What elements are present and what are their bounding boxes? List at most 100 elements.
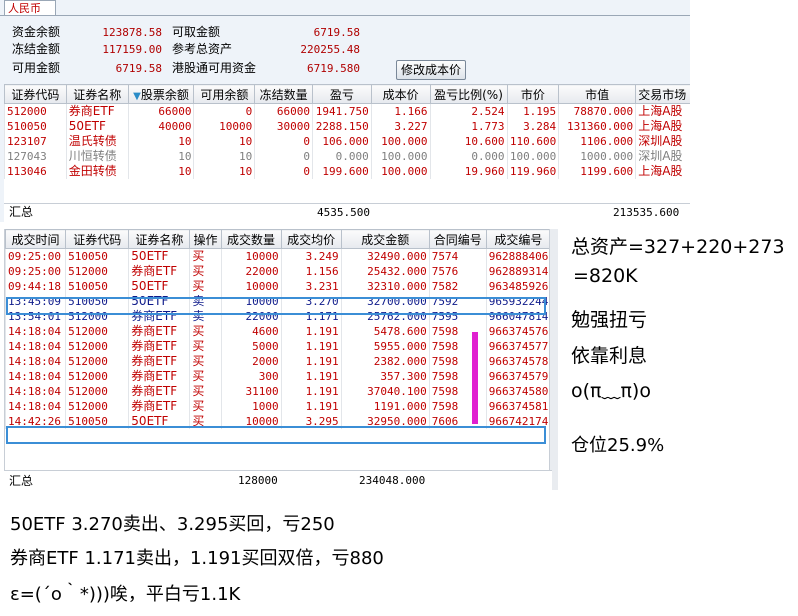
col-header-trade-no[interactable]: 成交编号: [485, 229, 552, 249]
col-header-frozen[interactable]: 冻结数量: [254, 84, 313, 104]
cell-trade-no: 966374577: [485, 339, 551, 354]
cell-quantity: 2000: [220, 354, 282, 369]
cell-name: 温氏转债: [65, 134, 129, 149]
cell-name: 50ETF: [128, 248, 190, 264]
cell-balance: 10: [127, 164, 194, 179]
cell-market: 上海A股: [635, 164, 690, 179]
cell-pnl-pct: 10.600: [429, 134, 508, 149]
cell-pnl: 0.000: [311, 149, 372, 164]
cell-avg-price: 1.191: [280, 369, 342, 384]
cell-name: 川恒转债: [65, 149, 129, 164]
cell-amount: 5955.000: [340, 339, 430, 354]
cell-name: 券商ETF: [128, 264, 190, 279]
cell-name: 金田转债: [65, 164, 129, 179]
annotation-text: 依靠利息: [571, 345, 648, 367]
col-header-price[interactable]: 市价: [506, 84, 560, 104]
cell-pnl: 2288.150: [311, 119, 372, 134]
col-header-value[interactable]: 市值: [558, 84, 637, 104]
cell-time: 14:18:04: [5, 354, 66, 369]
cell-time: 14:18:04: [5, 339, 66, 354]
cell-operation: 买: [189, 384, 221, 399]
account-value: 6719.58: [313, 26, 360, 39]
annotation-text: 总资产=327+220+273: [571, 236, 785, 258]
cell-trade-no: 966374576: [485, 324, 551, 339]
col-header-pnl-pct[interactable]: 盈亏比例(%): [429, 84, 508, 104]
trade-row[interactable]: 09:25:00 510050 50ETF 买 10000 3.249 32490.000 7…: [5, 248, 551, 264]
col-header-time[interactable]: 成交时间: [5, 229, 67, 249]
col-header-contract[interactable]: 合同编号: [428, 229, 487, 249]
cell-name: 券商ETF: [128, 369, 190, 384]
col-header-pnl[interactable]: 盈亏: [311, 84, 372, 104]
cell-cost: 100.000: [370, 134, 431, 149]
cell-price: 119.960: [506, 164, 559, 179]
trades-table: 成交时间 证券代码 证券名称 操作 成交数量 成交均价 成交金额 合同编号 成交…: [5, 229, 552, 429]
col-header-available[interactable]: 可用余额: [193, 84, 256, 104]
cell-operation: 买: [189, 339, 221, 354]
cell-time: 14:18:04: [5, 399, 66, 414]
cell-time: 14:18:04: [5, 384, 66, 399]
trade-row[interactable]: 09:25:00 512000 券商ETF 买 22000 1.156 25432.000 7…: [5, 264, 551, 279]
trades-grid: 成交时间 证券代码 证券名称 操作 成交数量 成交均价 成交金额 合同编号 成交…: [4, 229, 553, 490]
cell-amount: 357.300: [340, 369, 430, 384]
cell-name: 券商ETF: [128, 399, 190, 414]
cell-avg-price: 1.191: [280, 354, 342, 369]
trade-row[interactable]: 14:18:04 512000 券商ETF 买 31100 1.191 37040.100 7…: [5, 384, 551, 399]
trade-row[interactable]: 14:18:04 512000 券商ETF 买 300 1.191 357.300 7598 9…: [5, 369, 551, 384]
trade-row[interactable]: 09:44:18 510050 50ETF 买 10000 3.231 32310.000 7…: [5, 279, 551, 294]
cell-time: 09:44:18: [5, 279, 66, 294]
col-header-quantity[interactable]: 成交数量: [220, 229, 282, 249]
position-row[interactable]: 510050 50ETF 40000 10000 30000 2288.150 3.227 1…: [4, 119, 690, 134]
cell-code: 512000: [65, 354, 129, 369]
col-header-name[interactable]: 证券名称: [128, 229, 191, 249]
cell-code: 127043: [4, 149, 67, 164]
trade-row[interactable]: 14:18:04 512000 券商ETF 买 1000 1.191 1191.000 759…: [5, 399, 551, 414]
cell-avg-price: 1.191: [280, 339, 342, 354]
position-row[interactable]: 113046 金田转债 10 10 0 199.600 100.000 19.960 119.9…: [4, 164, 690, 179]
position-row[interactable]: 123107 温氏转债 10 10 0 106.000 100.000 10.600 110.6…: [4, 134, 690, 149]
currency-tab[interactable]: 人民币: [4, 0, 56, 15]
cell-code: 512000: [65, 384, 129, 399]
cell-price: 100.000: [506, 149, 559, 164]
col-header-avg-price[interactable]: 成交均价: [280, 229, 342, 249]
total-market-value: 213535.600: [613, 206, 680, 219]
col-header-balance-label: 股票余额: [140, 87, 189, 102]
col-header-balance[interactable]: ▼股票余额: [127, 84, 195, 104]
cell-pnl-pct: 19.960: [429, 164, 508, 179]
position-row[interactable]: 512000 券商ETF 66000 0 66000 1941.750 1.166 2.524…: [4, 103, 690, 119]
cell-time: 14:18:04: [5, 369, 66, 384]
marker-bar: [472, 332, 478, 424]
cell-value: 1106.000: [558, 134, 636, 149]
cell-operation: 买: [189, 369, 221, 384]
cell-avg-price: 1.191: [280, 324, 342, 339]
cell-available: 0: [193, 103, 255, 119]
cell-market: 深圳A股: [635, 134, 690, 149]
trades-scrollbar[interactable]: [549, 229, 558, 490]
cell-available: 10000: [193, 119, 255, 134]
trade-row[interactable]: 14:18:04 512000 券商ETF 买 4600 1.191 5478.600 759…: [5, 324, 551, 339]
col-header-cost[interactable]: 成本价: [370, 84, 431, 104]
account-value: 6719.58: [115, 62, 162, 75]
cell-name: 50ETF: [65, 119, 129, 134]
total-label: 汇总: [9, 474, 34, 488]
col-header-market[interactable]: 交易市场: [635, 84, 690, 104]
cell-price: 1.195: [506, 103, 559, 119]
col-header-code[interactable]: 证券代码: [4, 84, 67, 104]
cell-frozen: 66000: [254, 103, 313, 119]
total-quantity: 128000: [238, 474, 278, 487]
account-label: 参考总资产: [172, 42, 233, 56]
trade-row[interactable]: 14:18:04 512000 券商ETF 买 2000 1.191 2382.000 759…: [5, 354, 551, 369]
cell-pnl-pct: 0.000: [429, 149, 508, 164]
cell-operation: 买: [189, 248, 221, 264]
trade-row[interactable]: 14:18:04 512000 券商ETF 买 5000 1.191 5955.000 759…: [5, 339, 551, 354]
col-header-name[interactable]: 证券名称: [65, 84, 129, 104]
account-value: 220255.48: [300, 43, 360, 56]
cell-code: 510050: [65, 248, 129, 264]
total-pnl: 4535.500: [317, 206, 370, 219]
position-row[interactable]: 127043 川恒转债 10 10 0 0.000 100.000 0.000 100.000 1…: [4, 149, 690, 164]
modify-cost-button[interactable]: 修改成本价: [396, 60, 466, 80]
col-header-operation[interactable]: 操作: [189, 229, 222, 249]
col-header-code[interactable]: 证券代码: [65, 229, 130, 249]
col-header-amount[interactable]: 成交金额: [340, 229, 430, 249]
annotation-text: 50ETF 3.270卖出、3.295买回，亏250: [10, 514, 335, 535]
cell-amount: 1191.000: [340, 399, 430, 414]
